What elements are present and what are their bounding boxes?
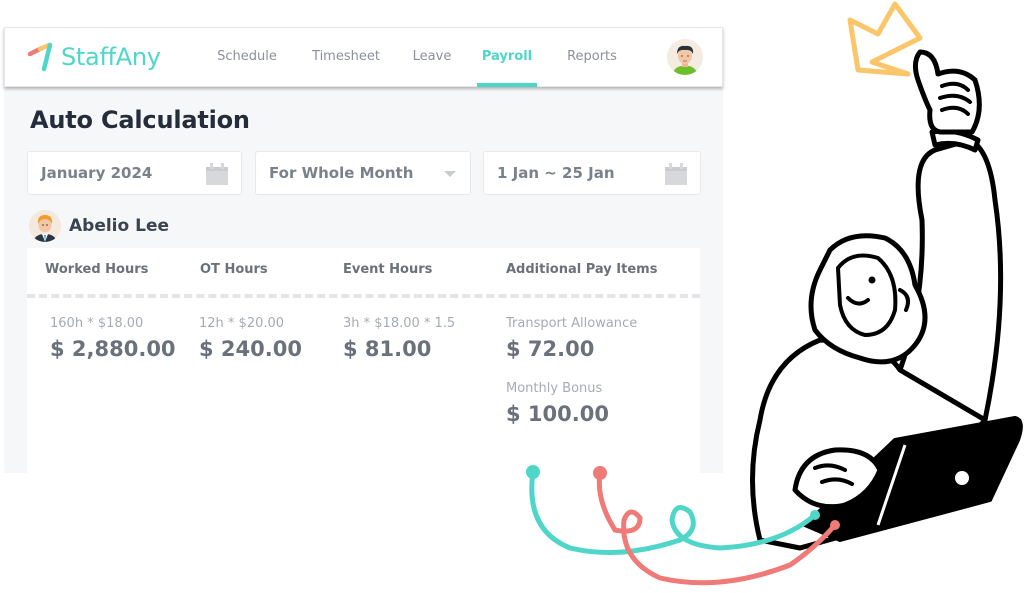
brand-name: StaffAny: [61, 43, 161, 71]
nav-tab-schedule[interactable]: Schedule: [215, 28, 279, 87]
torso: [750, 337, 988, 551]
head-hair: [808, 233, 928, 365]
column-header-ot-hours: OT Hours: [200, 262, 268, 277]
date-range-picker[interactable]: 1 Jan ~ 25 Jan: [483, 151, 701, 195]
ot-hours-formula: 12h * $20.00: [199, 316, 285, 331]
coral-cable: [596, 470, 838, 586]
brand-logo[interactable]: StaffAny: [27, 40, 161, 74]
nav-tab-timesheet[interactable]: Timesheet: [309, 28, 383, 87]
raised-arm: [897, 137, 1004, 423]
nav-tab-leave[interactable]: Leave: [411, 28, 453, 87]
pay-item-label: Transport Allowance: [506, 316, 638, 331]
page-title: Auto Calculation: [30, 106, 250, 134]
pay-item-amount: $ 72.00: [506, 337, 595, 361]
sparkle-icon: [847, 1, 923, 77]
staffany-logo-icon: [27, 42, 53, 72]
sleeve-cuff: [929, 128, 981, 153]
column-header-worked-hours: Worked Hours: [45, 262, 149, 277]
thumbs-up-hand: [912, 49, 982, 135]
ot-hours-amount: $ 240.00: [199, 337, 302, 361]
period-select[interactable]: For Whole Month: [255, 151, 471, 195]
dashed-divider: [27, 294, 700, 298]
user-avatar-icon: [667, 39, 703, 75]
nav-tab-reports[interactable]: Reports: [563, 28, 621, 87]
pay-item-label: Monthly Bonus: [506, 381, 603, 396]
period-select-value: For Whole Month: [269, 164, 414, 182]
teal-cable: [529, 469, 818, 555]
worked-hours-amount: $ 2,880.00: [50, 337, 176, 361]
month-picker[interactable]: January 2024: [27, 151, 242, 195]
chevron-down-icon: [444, 171, 456, 177]
column-header-additional-pay: Additional Pay Items: [506, 262, 658, 277]
column-header-event-hours: Event Hours: [343, 262, 433, 277]
typing-hand: [792, 447, 883, 510]
event-hours-formula: 3h * $18.00 * 1.5: [343, 316, 456, 331]
event-hours-amount: $ 81.00: [343, 337, 432, 361]
pay-item-amount: $ 100.00: [506, 402, 609, 426]
employee-header: Abelio Lee: [29, 210, 169, 242]
month-picker-value: January 2024: [41, 164, 153, 182]
employee-name: Abelio Lee: [69, 216, 169, 236]
top-navbar: StaffAny Schedule Timesheet Leave Payrol…: [4, 27, 723, 87]
calendar-icon: [206, 163, 228, 185]
worked-hours-formula: 160h * $18.00: [50, 316, 144, 331]
payroll-breakdown-card: Worked Hours OT Hours Event Hours Additi…: [27, 248, 700, 473]
user-avatar[interactable]: [667, 39, 703, 75]
calendar-icon: [665, 163, 687, 185]
employee-avatar-icon: [29, 210, 61, 242]
laptop-icon: [803, 416, 1023, 542]
nav-tab-payroll[interactable]: Payroll: [477, 28, 537, 87]
face: [836, 253, 898, 337]
date-range-value: 1 Jan ~ 25 Jan: [497, 164, 615, 182]
employee-avatar: [29, 210, 61, 242]
